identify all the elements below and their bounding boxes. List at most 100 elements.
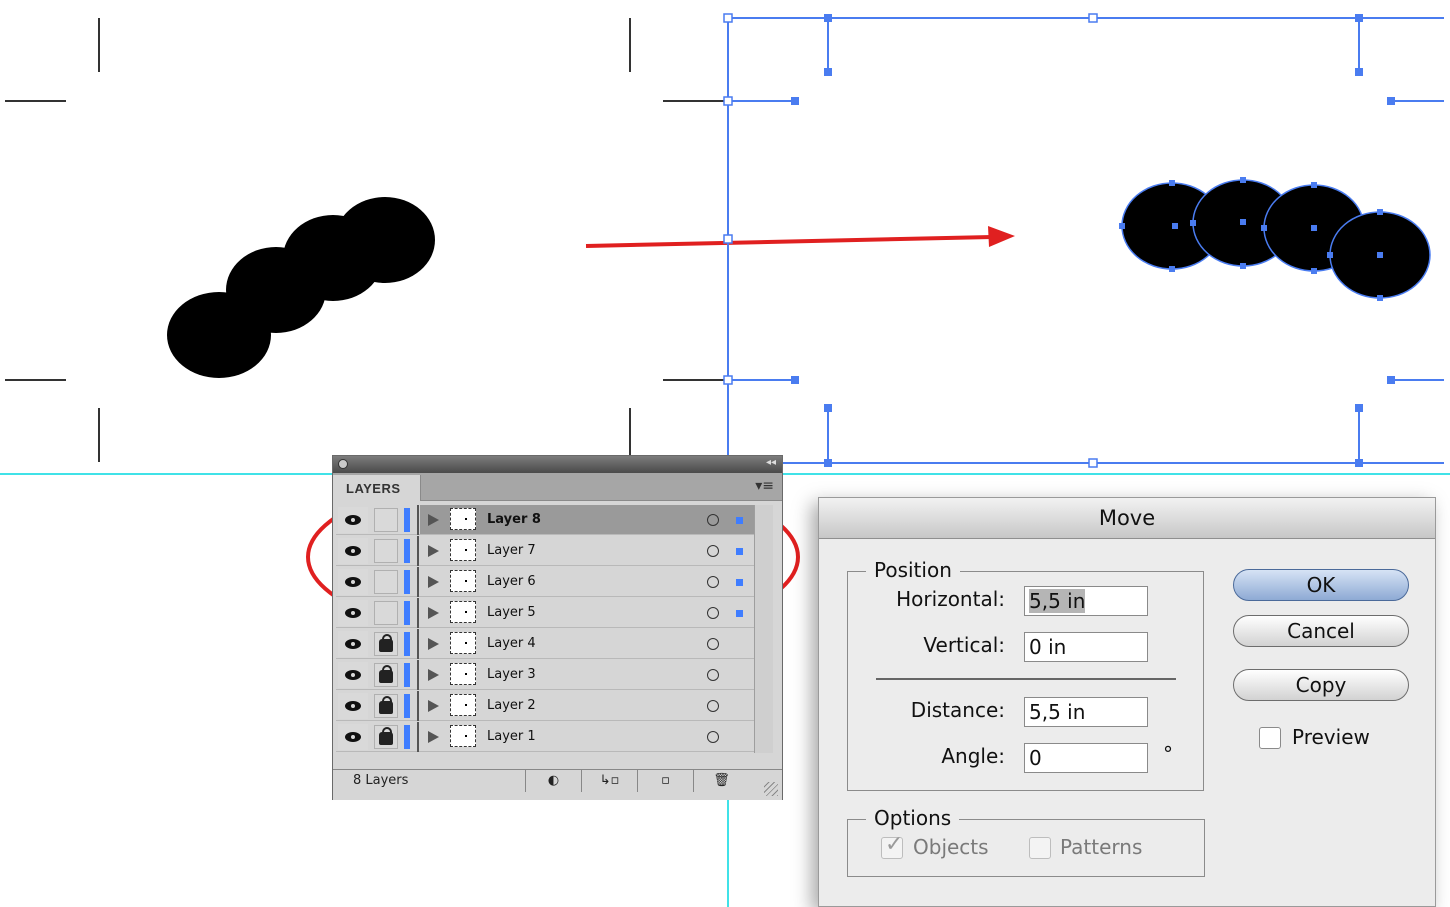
layer-name-area[interactable]: Layer 6 xyxy=(420,567,754,596)
horizontal-input[interactable]: 5,5 in xyxy=(1024,586,1148,616)
expand-triangle-icon[interactable] xyxy=(428,638,439,650)
layer-name-area[interactable]: Layer 8 xyxy=(420,505,754,534)
layer-row[interactable]: Layer 8 xyxy=(336,505,754,535)
divider xyxy=(417,505,419,535)
lock-toggle[interactable] xyxy=(374,601,398,625)
target-circle-icon[interactable] xyxy=(707,514,719,526)
layer-name-area[interactable]: Layer 1 xyxy=(420,722,754,751)
selection-indicator-icon[interactable] xyxy=(736,579,743,586)
layers-count: 8 Layers xyxy=(353,773,409,788)
moved-circles[interactable] xyxy=(1121,179,1431,299)
layer-name-area[interactable]: Layer 7 xyxy=(420,536,754,565)
layers-panel-titlebar[interactable]: ◂◂ xyxy=(333,456,782,473)
layer-thumbnail xyxy=(450,663,476,685)
layer-name[interactable]: Layer 6 xyxy=(487,574,536,589)
patterns-checkbox[interactable] xyxy=(1029,837,1051,859)
create-sublayer-icon[interactable]: ↳▫ xyxy=(581,770,637,792)
layer-row[interactable]: Layer 4 xyxy=(336,629,754,659)
expand-triangle-icon[interactable] xyxy=(428,514,439,526)
layer-row[interactable]: Layer 2 xyxy=(336,691,754,721)
expand-triangle-icon[interactable] xyxy=(428,576,439,588)
visibility-toggle[interactable] xyxy=(338,507,368,533)
layer-name[interactable]: Layer 1 xyxy=(487,729,536,744)
separator xyxy=(876,678,1176,680)
layer-name[interactable]: Layer 2 xyxy=(487,698,536,713)
layer-color-bar xyxy=(404,663,410,687)
expand-triangle-icon[interactable] xyxy=(428,700,439,712)
eye-icon xyxy=(345,515,361,525)
visibility-toggle[interactable] xyxy=(338,600,368,626)
layer-name-area[interactable]: Layer 5 xyxy=(420,598,754,627)
expand-triangle-icon[interactable] xyxy=(428,669,439,681)
visibility-toggle[interactable] xyxy=(338,662,368,688)
expand-triangle-icon[interactable] xyxy=(428,607,439,619)
objects-checkbox[interactable]: ✓ xyxy=(881,832,903,859)
target-circle-icon[interactable] xyxy=(707,638,719,650)
lock-toggle[interactable] xyxy=(374,694,398,718)
layer-row[interactable]: Layer 1 xyxy=(336,722,754,752)
layer-name[interactable]: Layer 7 xyxy=(487,543,536,558)
ok-button[interactable]: OK xyxy=(1233,569,1409,601)
objects-label: Objects xyxy=(913,835,989,859)
cancel-button[interactable]: Cancel xyxy=(1233,615,1409,647)
target-circle-icon[interactable] xyxy=(707,576,719,588)
divider xyxy=(417,536,419,566)
layer-row[interactable]: Layer 3 xyxy=(336,660,754,690)
layer-color-bar xyxy=(404,570,410,594)
lock-toggle[interactable] xyxy=(374,508,398,532)
vertical-input[interactable]: 0 in xyxy=(1024,632,1148,662)
visibility-toggle[interactable] xyxy=(338,724,368,750)
visibility-toggle[interactable] xyxy=(338,693,368,719)
layers-panel[interactable]: ◂◂ LAYERS ▾≡ Layer 8 Layer 7 Layer 6 Layer … xyxy=(332,455,783,800)
lock-toggle[interactable] xyxy=(374,570,398,594)
new-layer-icon[interactable]: ▫ xyxy=(637,770,693,792)
make-clipping-mask-icon[interactable]: ◐ xyxy=(525,770,581,792)
layer-row[interactable]: Layer 5 xyxy=(336,598,754,628)
target-circle-icon[interactable] xyxy=(707,607,719,619)
degree-symbol: ° xyxy=(1163,742,1173,766)
divider xyxy=(417,567,419,597)
layer-name[interactable]: Layer 5 xyxy=(487,605,536,620)
distance-input[interactable]: 5,5 in xyxy=(1024,697,1148,727)
lock-toggle[interactable] xyxy=(374,725,398,749)
selection-indicator-icon[interactable] xyxy=(736,517,743,524)
collapse-icon[interactable]: ◂◂ xyxy=(766,457,776,468)
layer-name[interactable]: Layer 8 xyxy=(487,512,541,527)
layer-name-area[interactable]: Layer 4 xyxy=(420,629,754,658)
visibility-toggle[interactable] xyxy=(338,538,368,564)
visibility-toggle[interactable] xyxy=(338,569,368,595)
options-group-label: Options xyxy=(866,806,960,830)
target-circle-icon[interactable] xyxy=(707,545,719,557)
eye-icon xyxy=(345,732,361,742)
layers-scrollbar[interactable] xyxy=(754,505,773,753)
resize-grip-icon[interactable] xyxy=(764,782,778,796)
layer-name[interactable]: Layer 4 xyxy=(487,636,536,651)
panel-menu-icon[interactable]: ▾≡ xyxy=(755,478,774,494)
close-icon[interactable] xyxy=(338,459,348,469)
target-circle-icon[interactable] xyxy=(707,669,719,681)
expand-triangle-icon[interactable] xyxy=(428,731,439,743)
lock-toggle[interactable] xyxy=(374,663,398,687)
selection-indicator-icon[interactable] xyxy=(736,548,743,555)
copy-button[interactable]: Copy xyxy=(1233,669,1409,701)
layers-tabbar: LAYERS ▾≡ xyxy=(333,473,782,501)
divider xyxy=(417,691,419,721)
lock-toggle[interactable] xyxy=(374,632,398,656)
visibility-toggle[interactable] xyxy=(338,631,368,657)
layer-name-area[interactable]: Layer 3 xyxy=(420,660,754,689)
original-circles[interactable] xyxy=(167,197,435,378)
lock-toggle[interactable] xyxy=(374,539,398,563)
target-circle-icon[interactable] xyxy=(707,700,719,712)
expand-triangle-icon[interactable] xyxy=(428,545,439,557)
layer-row[interactable]: Layer 7 xyxy=(336,536,754,566)
angle-input[interactable]: 0 xyxy=(1024,743,1148,773)
layer-name[interactable]: Layer 3 xyxy=(487,667,536,682)
layer-row[interactable]: Layer 6 xyxy=(336,567,754,597)
layer-name-area[interactable]: Layer 2 xyxy=(420,691,754,720)
trash-icon[interactable]: 🗑 xyxy=(693,770,749,792)
tab-layers[interactable]: LAYERS xyxy=(333,475,421,501)
selection-indicator-icon[interactable] xyxy=(736,610,743,617)
preview-checkbox[interactable] xyxy=(1259,727,1281,749)
lock-icon xyxy=(379,665,393,683)
target-circle-icon[interactable] xyxy=(707,731,719,743)
